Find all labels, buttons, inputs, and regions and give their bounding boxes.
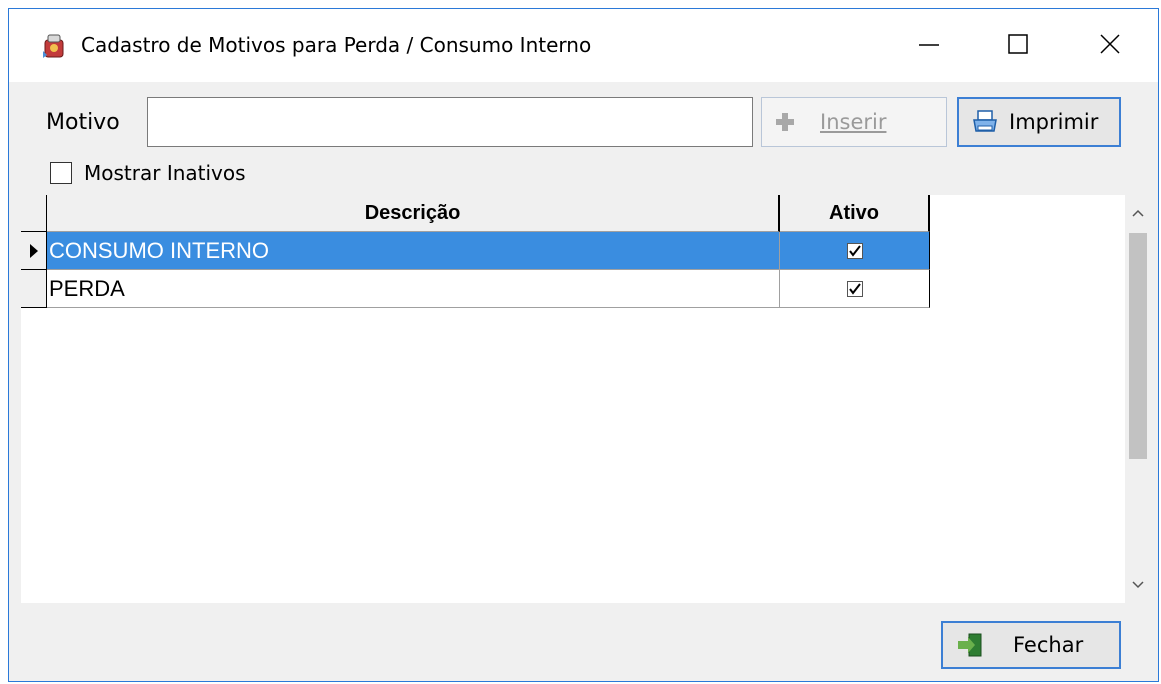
column-header-ativo[interactable]: Ativo <box>780 195 930 232</box>
mostrar-inativos-checkbox[interactable]: Mostrar Inativos <box>50 161 246 185</box>
vertical-scrollbar[interactable] <box>1125 195 1151 603</box>
scroll-down-button[interactable] <box>1125 567 1151 603</box>
ativo-checkbox[interactable] <box>846 280 863 297</box>
maximize-button[interactable] <box>978 9 1058 79</box>
chevron-up-icon <box>1132 209 1144 217</box>
inserir-button[interactable]: Inserir <box>761 97 947 147</box>
row-indicator-header <box>21 195 47 232</box>
minimize-button[interactable] <box>889 9 969 79</box>
close-button[interactable] <box>1070 9 1150 79</box>
table-row[interactable]: PERDA <box>21 270 930 308</box>
printer-icon <box>971 109 999 135</box>
title-bar: Cadastro de Motivos para Perda / Consumo… <box>9 9 1158 82</box>
fechar-label: Fechar <box>1013 633 1084 657</box>
motivos-grid: Descrição Ativo CONSUMO INTERNO PERDA <box>21 195 1149 603</box>
scrollbar-thumb[interactable] <box>1129 233 1147 459</box>
motivo-label: Motivo <box>46 110 120 135</box>
minimize-icon <box>919 44 939 46</box>
imprimir-label: Imprimir <box>1009 110 1099 134</box>
cell-descricao[interactable]: CONSUMO INTERNO <box>47 232 780 270</box>
checkbox-box[interactable] <box>50 162 72 184</box>
check-icon <box>848 244 861 257</box>
fechar-button[interactable]: Fechar <box>941 621 1121 669</box>
check-icon <box>848 282 861 295</box>
imprimir-button[interactable]: Imprimir <box>957 97 1121 147</box>
grid-header: Descrição Ativo <box>21 195 930 232</box>
inserir-label: Inserir <box>820 110 887 134</box>
column-header-descricao[interactable]: Descrição <box>47 195 780 232</box>
row-indicator <box>21 232 47 270</box>
cell-ativo[interactable] <box>780 270 930 308</box>
exit-door-icon <box>955 632 985 658</box>
window-title: Cadastro de Motivos para Perda / Consumo… <box>81 33 592 57</box>
current-row-arrow-icon <box>29 243 38 258</box>
scroll-up-button[interactable] <box>1125 195 1151 231</box>
plus-icon <box>774 111 796 133</box>
chevron-down-icon <box>1132 581 1144 589</box>
maximize-icon <box>1008 34 1028 54</box>
motivo-input[interactable] <box>147 97 753 147</box>
mostrar-inativos-label: Mostrar Inativos <box>84 161 246 185</box>
app-icon <box>39 31 69 61</box>
cell-descricao[interactable]: PERDA <box>47 270 780 308</box>
table-row[interactable]: CONSUMO INTERNO <box>21 232 930 270</box>
cell-ativo[interactable] <box>780 232 930 270</box>
close-icon <box>1100 34 1120 54</box>
main-window: Cadastro de Motivos para Perda / Consumo… <box>8 8 1159 682</box>
row-indicator <box>21 270 47 308</box>
ativo-checkbox[interactable] <box>846 242 863 259</box>
